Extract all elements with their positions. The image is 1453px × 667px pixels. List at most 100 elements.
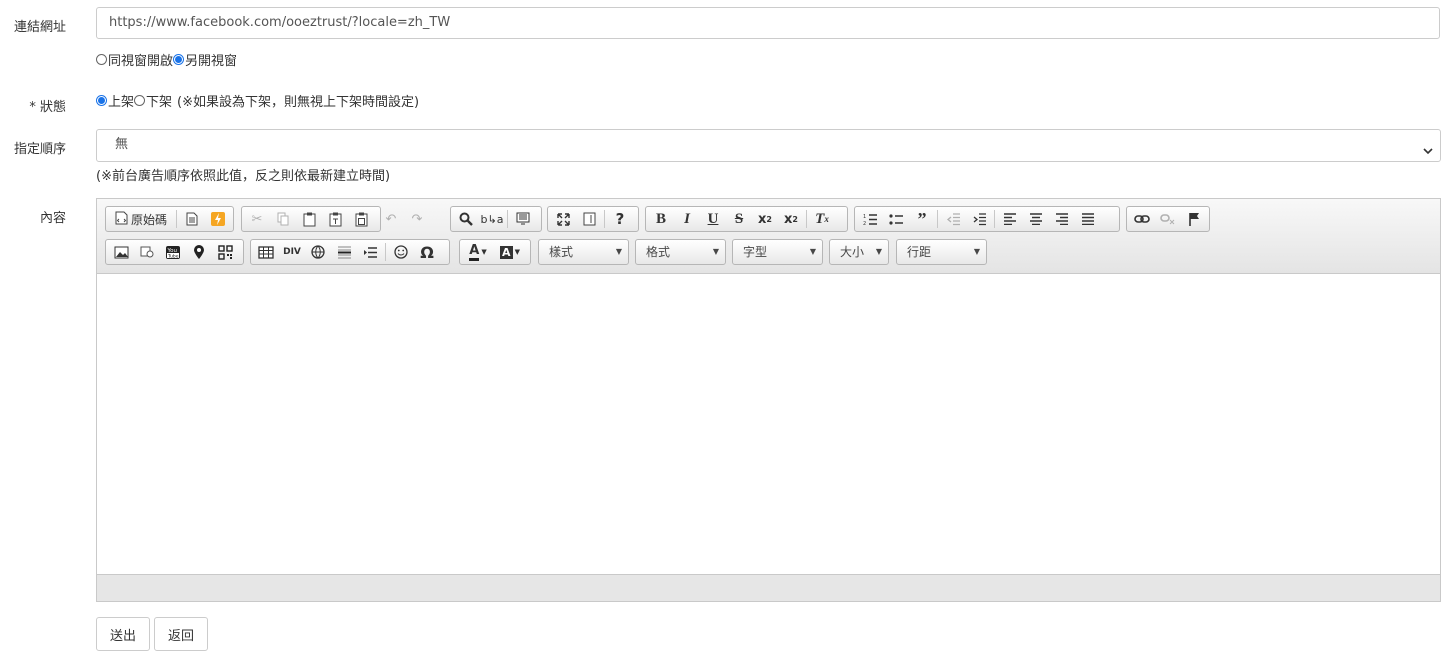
copy-icon[interactable] xyxy=(270,208,296,230)
new-page-icon[interactable] xyxy=(179,208,205,230)
rich-text-editor: 原始碼 ✂ ↶ ↷ b↳a ? B I U S x 2 x 2 T x 1 2 … xyxy=(96,198,1441,602)
table-icon[interactable] xyxy=(253,241,279,263)
blockquote-icon[interactable]: ” xyxy=(909,208,935,230)
italic-icon[interactable]: I xyxy=(674,208,700,230)
toolbar-group-paragraph: 12 ” xyxy=(854,206,1120,232)
status-group: 上架 下架 (※如果設為下架，則無視上下架時間設定) xyxy=(96,91,419,110)
numbered-list-icon[interactable]: 12 xyxy=(857,208,883,230)
toolbar-group-colors: A ▼ A ▼ xyxy=(459,239,531,265)
horizontal-rule-icon[interactable] xyxy=(331,241,357,263)
status-offline-radio[interactable] xyxy=(134,95,146,106)
editor-content-area[interactable] xyxy=(97,274,1440,574)
toolbar-group-basic-styles: B I U S x2 x2 Tx xyxy=(645,206,848,232)
caret-down-icon: ▼ xyxy=(809,247,816,256)
toolbar-group-view: ? xyxy=(547,206,639,232)
indent-icon[interactable] xyxy=(966,208,992,230)
format-combo[interactable]: 格式 ▼ xyxy=(635,239,726,265)
strikethrough-icon[interactable]: S xyxy=(726,208,752,230)
caret-down-icon: ▼ xyxy=(615,247,622,256)
remove-format-icon[interactable]: Tx xyxy=(809,208,835,230)
new-window-label: 另開視窗 xyxy=(185,54,238,69)
map-pin-icon[interactable] xyxy=(186,241,212,263)
special-char-icon[interactable]: Ω xyxy=(414,241,440,263)
undo-icon[interactable]: ↶ xyxy=(378,208,404,230)
toolbar-group-insert: DIV Ω xyxy=(250,239,450,265)
anchor-flag-icon[interactable] xyxy=(1181,208,1207,230)
replace-icon[interactable]: b↳a xyxy=(479,208,505,230)
size-combo[interactable]: 大小 ▼ xyxy=(829,239,889,265)
source-button[interactable]: 原始碼 xyxy=(108,208,174,230)
paste-icon[interactable] xyxy=(296,208,322,230)
editor-toolbar: 原始碼 ✂ ↶ ↷ b↳a ? B I U S x 2 x 2 T x 1 2 … xyxy=(97,199,1440,274)
redo-icon[interactable]: ↷ xyxy=(404,208,430,230)
font-combo[interactable]: 字型 ▼ xyxy=(732,239,823,265)
show-blocks-icon[interactable] xyxy=(576,208,602,230)
same-window-label: 同視窗開啟 xyxy=(108,54,174,69)
toolbar-group-find: b↳a xyxy=(450,206,542,232)
svg-text:2: 2 xyxy=(863,221,866,226)
div-icon[interactable]: DIV xyxy=(279,241,305,263)
order-selected-value: 無 xyxy=(115,137,129,152)
qrcode-icon[interactable] xyxy=(212,241,238,263)
bulleted-list-icon[interactable] xyxy=(883,208,909,230)
template-icon[interactable] xyxy=(205,208,231,230)
help-icon[interactable]: ? xyxy=(607,208,633,230)
submit-button[interactable]: 送出 xyxy=(96,617,150,651)
status-offline-label: 下架 xyxy=(146,95,173,110)
subscript-icon[interactable]: x2 xyxy=(752,208,778,230)
align-left-icon[interactable] xyxy=(997,208,1023,230)
status-label: * 狀態 xyxy=(29,100,66,115)
line-height-combo[interactable]: 行距 ▼ xyxy=(896,239,987,265)
superscript-icon[interactable]: x2 xyxy=(778,208,804,230)
align-right-icon[interactable] xyxy=(1049,208,1075,230)
status-online-label: 上架 xyxy=(108,95,135,110)
toolbar-group-document: 原始碼 xyxy=(105,206,234,232)
order-select[interactable]: 無 xyxy=(96,129,1441,162)
toolbar-group-links xyxy=(1126,206,1210,232)
select-all-icon[interactable] xyxy=(510,208,536,230)
order-note: (※前台廣告順序依照此值，反之則依最新建立時間) xyxy=(96,169,391,184)
text-color-icon[interactable]: A ▼ xyxy=(462,241,494,263)
svg-text:1: 1 xyxy=(863,214,866,220)
back-button[interactable]: 返回 xyxy=(154,617,208,651)
page-break-icon[interactable] xyxy=(357,241,383,263)
link-url-input[interactable]: https://www.facebook.com/ooeztrust/?loca… xyxy=(96,7,1440,39)
caret-down-icon: ▼ xyxy=(875,247,882,256)
svg-text:Tube: Tube xyxy=(167,253,179,259)
status-online-radio[interactable] xyxy=(96,95,107,106)
bold-icon[interactable]: B xyxy=(648,208,674,230)
maximize-icon[interactable] xyxy=(550,208,576,230)
caret-down-icon: ▼ xyxy=(712,247,719,256)
link-icon[interactable] xyxy=(1129,208,1155,230)
toolbar-group-clipboard: ✂ ↶ ↷ xyxy=(241,206,422,232)
window-target-group: 同視窗開啟 另開視窗 xyxy=(96,50,237,69)
unlink-icon[interactable] xyxy=(1155,208,1181,230)
paste-text-icon[interactable] xyxy=(322,208,348,230)
source-label: 原始碼 xyxy=(131,212,168,227)
background-color-icon[interactable]: A ▼ xyxy=(494,241,526,263)
image-gallery-icon[interactable] xyxy=(134,241,160,263)
youtube-icon[interactable]: You Tube xyxy=(160,241,186,263)
image-icon[interactable] xyxy=(108,241,134,263)
style-combo-label: 樣式 xyxy=(549,245,574,259)
globe-icon[interactable] xyxy=(305,241,331,263)
search-icon[interactable] xyxy=(453,208,479,230)
order-label: 指定順序 xyxy=(13,142,66,157)
outdent-icon[interactable] xyxy=(940,208,966,230)
link-url-label: 連結網址 xyxy=(13,20,66,35)
size-combo-label: 大小 xyxy=(840,245,865,259)
smiley-icon[interactable] xyxy=(388,241,414,263)
new-window-radio[interactable] xyxy=(173,54,185,65)
chevron-down-icon xyxy=(1422,139,1434,169)
underline-icon[interactable]: U xyxy=(700,208,726,230)
font-combo-label: 字型 xyxy=(743,245,768,259)
status-note: (※如果設為下架，則無視上下架時間設定) xyxy=(177,95,420,110)
caret-down-icon: ▼ xyxy=(973,247,980,256)
align-justify-icon[interactable] xyxy=(1075,208,1101,230)
source-icon xyxy=(115,211,128,228)
style-combo[interactable]: 樣式 ▼ xyxy=(538,239,629,265)
paste-word-icon[interactable] xyxy=(348,208,374,230)
cut-icon[interactable]: ✂ xyxy=(244,208,270,230)
align-center-icon[interactable] xyxy=(1023,208,1049,230)
same-window-radio[interactable] xyxy=(96,54,107,65)
